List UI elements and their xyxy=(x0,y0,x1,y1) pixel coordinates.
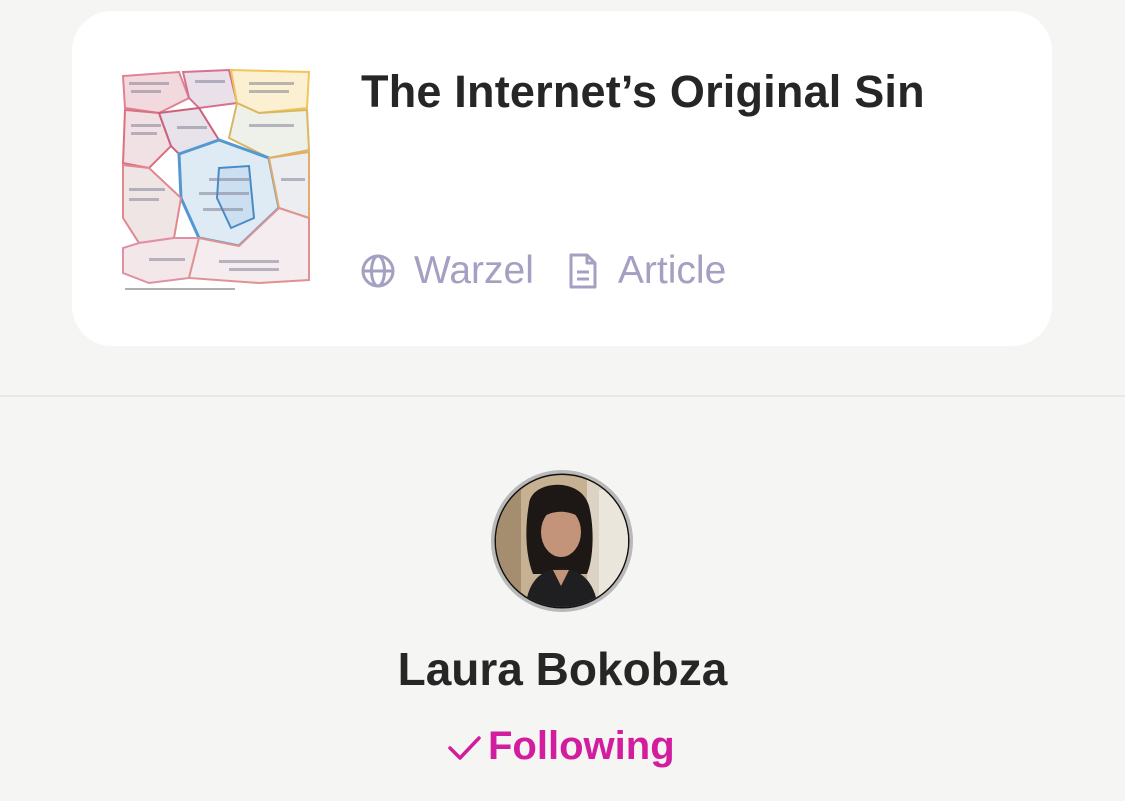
article-thumbnail xyxy=(119,68,312,296)
avatar[interactable] xyxy=(491,470,633,612)
following-label: Following xyxy=(488,724,675,768)
following-button[interactable]: Following xyxy=(446,724,675,769)
article-card[interactable]: The Internet’s Original Sin Warzel Artic… xyxy=(72,11,1052,346)
globe-icon xyxy=(361,254,395,288)
source-label: Warzel xyxy=(414,249,534,292)
article-meta: Warzel Article xyxy=(360,249,726,293)
section-divider xyxy=(0,395,1125,397)
checkmark-icon xyxy=(448,735,481,760)
type-label: Article xyxy=(617,249,727,292)
article-title[interactable]: The Internet’s Original Sin xyxy=(361,66,925,118)
document-icon xyxy=(569,253,597,289)
profile-name[interactable]: Laura Bokobza xyxy=(0,642,1125,696)
